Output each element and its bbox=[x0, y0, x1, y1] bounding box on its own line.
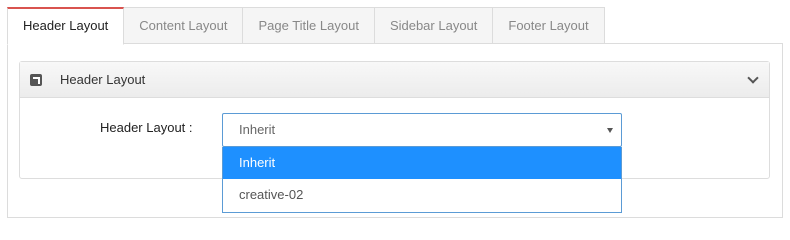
header-layout-dropdown: Inherit creative-02 bbox=[222, 147, 622, 213]
tab-footer-layout[interactable]: Footer Layout bbox=[493, 7, 605, 44]
chevron-down-icon[interactable] bbox=[747, 72, 759, 84]
option-inherit[interactable]: Inherit bbox=[223, 147, 621, 179]
caret-down-icon bbox=[607, 128, 613, 133]
panel-title: Header Layout bbox=[60, 72, 146, 87]
tab-content-layout[interactable]: Content Layout bbox=[124, 7, 244, 44]
header-layout-select[interactable]: Inherit bbox=[222, 113, 622, 147]
tab-sidebar-layout[interactable]: Sidebar Layout bbox=[374, 7, 494, 44]
layout-tabs: Header Layout Content Layout Page Title … bbox=[7, 7, 605, 45]
option-creative-02[interactable]: creative-02 bbox=[223, 179, 621, 211]
tab-header-layout[interactable]: Header Layout bbox=[7, 7, 125, 45]
external-link-icon bbox=[30, 73, 42, 86]
select-value: Inherit bbox=[239, 122, 276, 137]
panel-header[interactable]: Header Layout bbox=[20, 62, 769, 98]
header-layout-label: Header Layout : bbox=[100, 120, 193, 135]
tab-page-title-layout[interactable]: Page Title Layout bbox=[243, 7, 375, 44]
